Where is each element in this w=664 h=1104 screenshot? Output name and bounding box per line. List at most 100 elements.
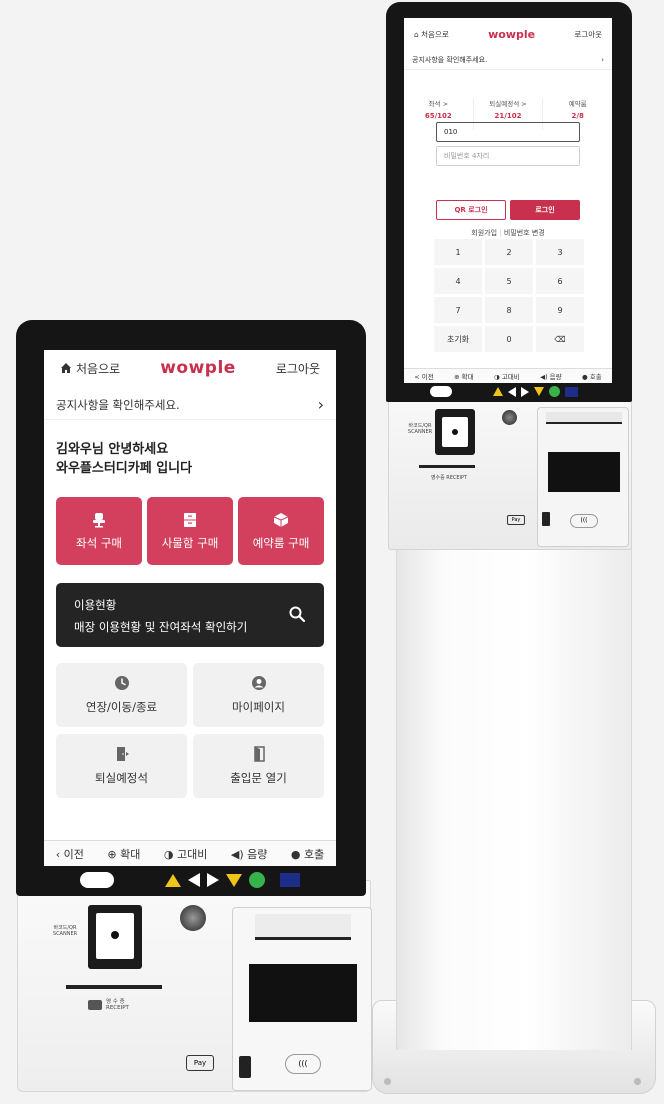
usage-title: 이용현황 [74,598,117,612]
zoom-icon: ⊕ [107,847,121,861]
earphone-jack[interactable] [430,386,452,397]
qr-scanner[interactable] [435,409,475,455]
kiosk-screen: ⌂ 처음으로 wowple 로그아웃 공지사항을 확인해주세요. › 좌석 > 6… [404,18,612,383]
open-door-button[interactable]: 출입문 열기 [193,734,324,798]
left-arrow-key-icon[interactable] [508,386,516,397]
tactile-keypad [412,383,612,400]
back-label: 이전 [63,847,84,861]
card-slot[interactable] [255,914,351,940]
signup-link[interactable]: 회원가입 [471,229,497,237]
payment-terminal[interactable]: ((( [537,407,629,547]
logout-button[interactable]: 로그아웃 [574,29,602,40]
usage-status-card[interactable]: 이용현황 매장 이용현황 및 잔여좌석 확인하기 [56,583,324,647]
logout-button[interactable]: 로그아웃 [276,360,320,377]
blue-key-icon[interactable] [565,386,578,397]
notice-bar[interactable]: 공지사항을 확인해주세요. › [44,390,336,420]
stand-foot [384,1078,391,1085]
key-reset[interactable]: 초기화 [434,326,482,352]
button-label: 좌석 구매 [76,535,122,550]
button-label: 사물함 구매 [161,535,219,550]
backspace-icon[interactable]: ⌫ [536,326,584,352]
change-password-link[interactable]: 비밀번호 변경 [504,229,545,237]
key-lock-icon [180,905,206,931]
right-arrow-key-icon[interactable] [207,873,219,887]
contrast-label: 고대비 [176,847,208,861]
buy-locker-button[interactable]: 사물함 구매 [147,497,233,565]
home-label: 처음으로 [76,361,121,376]
back-button[interactable]: < 이전 [414,371,433,381]
zoom-button[interactable]: ⊕ 확대 [107,846,140,862]
chevron-right-icon: › [601,55,604,64]
login-button[interactable]: 로그인 [510,200,580,220]
home-button[interactable]: 처음으로 [60,360,120,377]
volume-button[interactable]: ◀) 음량 [231,846,268,862]
key-7[interactable]: 7 [434,297,482,323]
scanner-label: 바코드/QR SCANNER [48,925,82,937]
key-6[interactable]: 6 [536,268,584,294]
locker-icon [184,512,196,527]
qr-login-button[interactable]: QR 로그인 [436,200,506,220]
call-label: 호출 [303,847,325,861]
payment-terminal[interactable]: ((( [232,907,372,1091]
cube-icon [273,512,289,527]
receipt-label: 영 수 증 RECEIPT [88,999,129,1011]
back-button[interactable]: ‹ 이전 [56,846,84,862]
contrast-button[interactable]: ◑ 고대비 [164,846,207,862]
key-1[interactable]: 1 [434,239,482,265]
contrast-icon: ◑ [163,847,177,861]
apple-pay-badge: Pay [507,515,525,525]
key-lock-icon [502,410,517,425]
up-arrow-key-icon[interactable] [165,873,181,887]
receipt-label: 영수증 RECEIPT [430,475,468,481]
call-button[interactable]: ● 호출 [582,371,602,381]
receipt-text: 영 수 증 RECEIPT [106,999,129,1011]
blue-key-icon[interactable] [280,873,300,887]
apple-pay-badge: Pay [186,1055,214,1071]
password-input[interactable]: 비밀번호 4자리 [436,146,580,166]
volume-button[interactable]: ◀) 음량 [540,371,562,381]
receipt-label-line: RECEIPT [106,1005,129,1011]
up-arrow-key-icon[interactable] [493,387,503,396]
buy-seat-button[interactable]: 좌석 구매 [56,497,142,565]
confirm-key-icon[interactable] [249,872,265,888]
receipt-slot [66,985,162,989]
card-slot[interactable] [546,412,622,424]
scanner-label-line: SCANNER [52,931,78,937]
earphone-jack[interactable] [80,872,114,888]
down-arrow-key-icon[interactable] [226,873,242,887]
confirm-key-icon[interactable] [549,386,560,397]
phone-input[interactable]: 010 [436,122,580,142]
button-label: 예약룸 구매 [252,535,310,550]
scheduled-checkout-button[interactable]: 퇴실예정석 [56,734,187,798]
search-icon [289,606,306,623]
greeting: 김와우님 안녕하세요 와우플스터디카페 입니다 [56,440,192,478]
notice-bar[interactable]: 공지사항을 확인해주세요. › [404,50,612,70]
key-4[interactable]: 4 [434,268,482,294]
button-label: 마이페이지 [232,700,285,714]
key-3[interactable]: 3 [536,239,584,265]
call-button[interactable]: ● 호출 [291,846,324,862]
contrast-button[interactable]: ◑ 고대비 [494,371,520,381]
extend-move-end-button[interactable]: 연장/이동/종료 [56,663,187,727]
accessibility-bar: < 이전 ⊕ 확대 ◑ 고대비 ◀) 음량 ● 호출 [404,368,612,383]
key-2[interactable]: 2 [485,239,533,265]
logo: wowple [488,27,536,41]
buy-room-button[interactable]: 예약룸 구매 [238,497,324,565]
key-9[interactable]: 9 [536,297,584,323]
reader-icon [542,512,550,526]
right-arrow-key-icon[interactable] [521,386,529,397]
header-bar: ⌂ 처음으로 wowple 로그아웃 [404,18,612,50]
keypad: 1 2 3 4 5 6 7 8 9 초기화 0 ⌫ [434,239,584,352]
qr-scanner[interactable] [88,905,142,969]
key-8[interactable]: 8 [485,297,533,323]
zoom-button[interactable]: ⊕ 확대 [454,371,473,381]
my-page-button[interactable]: 마이페이지 [193,663,324,727]
button-label: 출입문 열기 [230,771,287,785]
account-links: 회원가입 | 비밀번호 변경 [471,229,545,237]
home-button[interactable]: ⌂ 처음으로 [414,29,449,40]
chevron-right-icon: › [317,395,324,414]
key-5[interactable]: 5 [485,268,533,294]
down-arrow-key-icon[interactable] [534,387,544,396]
left-arrow-key-icon[interactable] [188,873,200,887]
key-0[interactable]: 0 [485,326,533,352]
